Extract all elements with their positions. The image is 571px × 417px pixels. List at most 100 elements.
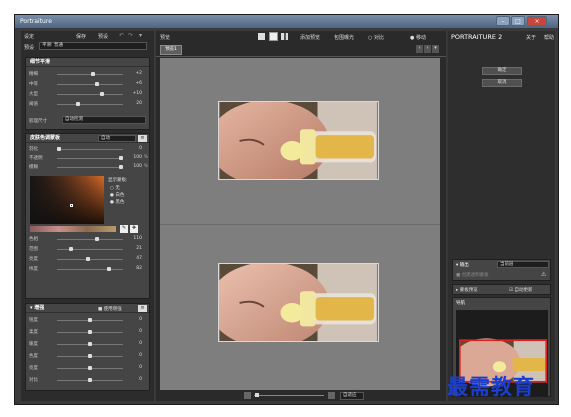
mask-option-black[interactable]: ● 黑色 (110, 199, 124, 205)
zoom-in-icon[interactable] (328, 392, 335, 399)
picker-cursor-icon[interactable] (70, 204, 73, 207)
split-divider[interactable] (160, 224, 440, 225)
slider-knob[interactable] (95, 82, 100, 86)
tab-prev-icon[interactable]: ‹ (416, 45, 423, 53)
slider-track[interactable] (57, 269, 123, 270)
enhance-menu-icon[interactable]: ≡ (138, 305, 147, 312)
slider-track[interactable] (57, 104, 123, 105)
compare-menu[interactable]: ○ 对比 (368, 34, 384, 41)
slider-track[interactable] (57, 149, 123, 150)
fit-icon[interactable] (244, 392, 251, 399)
slider-track[interactable] (57, 239, 123, 240)
slider-label: 对比 (29, 378, 38, 383)
slider-label: 模糊 (29, 165, 38, 170)
slider-value[interactable]: 110 (133, 236, 142, 241)
transparent-mask-option[interactable]: ■ 创建透明蒙板 (456, 272, 489, 278)
ok-button[interactable]: 确定 (482, 67, 522, 75)
zoom-slider[interactable] (254, 395, 324, 396)
zoom-knob[interactable] (255, 393, 259, 397)
slider-value[interactable]: 0 (139, 365, 142, 370)
preset-button[interactable]: 预设 (98, 33, 108, 40)
slider-track[interactable] (57, 158, 123, 159)
navigator-title: 导航 (456, 301, 465, 306)
split-vertical-icon[interactable] (281, 33, 288, 40)
slider-value[interactable]: 100 (133, 164, 142, 169)
slider-knob[interactable] (57, 147, 61, 151)
slider-value[interactable]: 0 (139, 377, 142, 382)
slider-value[interactable]: 100 (133, 155, 142, 160)
eyedropper-add-icon[interactable]: ✚ (130, 225, 138, 233)
slider-value[interactable]: 21 (136, 246, 142, 251)
slider-knob[interactable] (88, 330, 92, 334)
maximize-icon[interactable]: □ (511, 16, 525, 26)
slider-knob[interactable] (88, 354, 92, 358)
slider-knob[interactable] (88, 366, 92, 370)
auto-update-toggle[interactable]: ☑ 自动更新 (509, 287, 532, 293)
slider-knob[interactable] (88, 378, 92, 382)
slider-value[interactable]: 0 (139, 146, 142, 151)
slider-track[interactable] (57, 94, 123, 95)
enhance-toggle[interactable]: ■ 使用增强 (98, 306, 122, 312)
slider-knob[interactable] (100, 92, 105, 96)
slider-knob[interactable] (106, 267, 111, 271)
preview-viewport[interactable] (160, 58, 440, 390)
about-link[interactable]: 关于 (526, 34, 536, 41)
slider-track[interactable] (57, 84, 123, 85)
slider-label: 不透明 (29, 156, 43, 161)
add-preview-menu[interactable]: 添加预览 (300, 34, 320, 41)
slider-value[interactable]: 82 (136, 266, 142, 271)
slider-knob[interactable] (91, 72, 96, 76)
slider-knob[interactable] (119, 156, 123, 160)
slider-knob[interactable] (75, 102, 80, 106)
cancel-button[interactable]: 取消 (482, 79, 522, 87)
slider-knob[interactable] (88, 342, 92, 346)
slider-value[interactable]: 47 (136, 256, 142, 261)
mask-mode-select[interactable]: 自动 (98, 135, 136, 142)
slider-knob[interactable] (88, 318, 92, 322)
save-button[interactable]: 保存 (76, 33, 86, 40)
preset-select[interactable]: 平滑: 普通 (39, 42, 147, 50)
close-icon[interactable]: × (527, 16, 547, 26)
mask-option-none[interactable]: ○ 无 (110, 185, 120, 191)
output-select[interactable]: 当前层 (497, 261, 549, 268)
slider-value[interactable]: 0 (139, 329, 142, 334)
slider-value[interactable]: 0 (139, 317, 142, 322)
slider-value[interactable]: 0 (139, 341, 142, 346)
help-link[interactable]: 帮助 (544, 34, 554, 41)
slider-value[interactable]: +2 (135, 71, 142, 76)
slider-knob[interactable] (69, 247, 74, 251)
move-tool[interactable]: ● 移动 (410, 34, 426, 41)
undo-icon[interactable]: ↶ (119, 32, 124, 39)
mask-menu-icon[interactable]: ≡ (138, 135, 147, 142)
slider-value[interactable]: 20 (136, 101, 142, 106)
hue-range-bar[interactable] (30, 226, 116, 232)
eyedropper-icon[interactable]: ✎ (120, 225, 128, 233)
slider-knob[interactable] (119, 165, 123, 169)
slider-track[interactable] (57, 167, 123, 168)
slider-value[interactable]: 0 (139, 353, 142, 358)
slider-value[interactable]: +10 (133, 91, 143, 96)
slider-value[interactable]: +6 (135, 81, 142, 86)
tab-next-icon[interactable]: › (424, 45, 431, 53)
mask-mode-value: 自动 (101, 136, 110, 141)
tab-list-icon[interactable]: ▾ (432, 45, 439, 53)
zoom-select[interactable]: 自适应 (340, 392, 364, 400)
mask-option-white[interactable]: ● 白色 (110, 192, 124, 198)
minimize-icon[interactable]: – (496, 16, 510, 26)
mask-preview-toggle[interactable]: ▸ 蒙板预览 (456, 287, 478, 293)
menu-chevron-icon[interactable]: ▾ (139, 32, 142, 39)
slider-knob[interactable] (86, 257, 91, 261)
slider-row: 中等 +6 (29, 80, 148, 88)
bracket-menu[interactable]: 包围曝光 (334, 34, 354, 41)
slider-knob[interactable] (95, 237, 100, 241)
slider-track[interactable] (57, 74, 123, 75)
tab-preview-1[interactable]: 预览1 (160, 45, 182, 55)
redo-icon[interactable]: ↷ (128, 32, 133, 39)
color-picker[interactable] (30, 176, 104, 224)
size-select[interactable]: 自动检测 (62, 116, 146, 124)
slider-row: 阈值 20 (29, 100, 148, 108)
slider-unit: % (143, 164, 148, 169)
slider-track[interactable] (57, 249, 123, 250)
single-view-icon[interactable] (258, 33, 265, 40)
split-horizontal-icon[interactable] (269, 32, 278, 41)
